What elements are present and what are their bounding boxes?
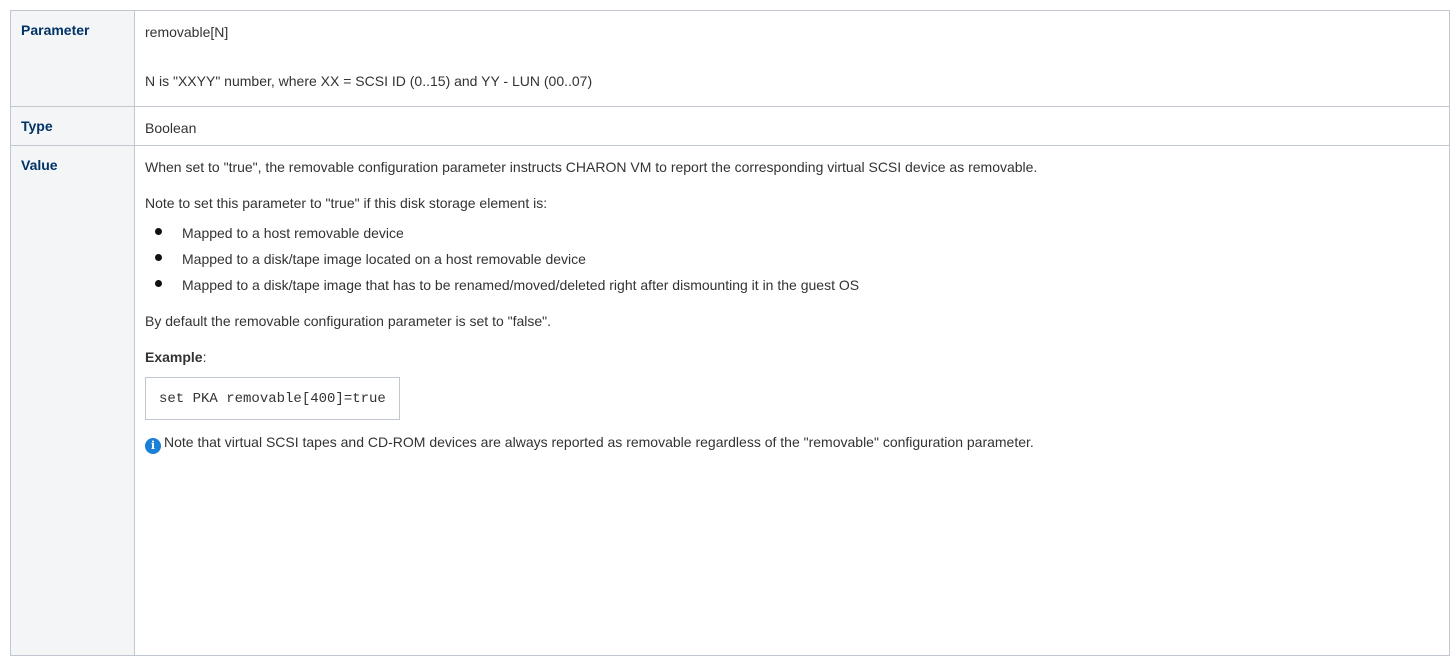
example-suffix: :	[202, 349, 207, 365]
row-header-type: Type	[10, 106, 135, 146]
example-code: set PKA removable[400]=true	[159, 391, 386, 407]
bullet-icon	[155, 280, 162, 287]
value-intro: When set to "true", the removable config…	[145, 159, 1038, 175]
parameter-table: Parameter removable[N] N is "XXYY" numbe…	[10, 10, 1450, 656]
example-label: Example	[145, 349, 203, 365]
value-note-intro: Note to set this parameter to "true" if …	[145, 195, 548, 211]
table-row-parameter: Parameter removable[N] N is "XXYY" numbe…	[10, 10, 1450, 107]
default-note: By default the removable configuration p…	[145, 313, 552, 329]
list-item-text: Mapped to a host removable device	[182, 225, 404, 241]
row-header-value: Value	[10, 145, 135, 656]
list-item: Mapped to a host removable device	[145, 223, 1439, 243]
row-cell-type: Boolean	[134, 106, 1450, 146]
list-item-text: Mapped to a disk/tape image that has to …	[182, 277, 860, 293]
table-row-value: Value When set to "true", the removable …	[10, 145, 1450, 656]
list-item: Mapped to a disk/tape image located on a…	[145, 249, 1439, 269]
example-heading: Example:	[145, 347, 1439, 367]
row-header-parameter: Parameter	[10, 10, 135, 107]
bullet-icon	[155, 254, 162, 261]
row-cell-parameter: removable[N] N is "XXYY" number, where X…	[134, 10, 1450, 107]
parameter-description: N is "XXYY" number, where XX = SCSI ID (…	[145, 73, 593, 89]
bullet-icon	[155, 228, 162, 235]
info-icon: i	[145, 438, 161, 454]
info-note-text: Note that virtual SCSI tapes and CD-ROM …	[164, 434, 1034, 450]
row-cell-value: When set to "true", the removable config…	[134, 145, 1450, 656]
type-value: Boolean	[145, 120, 197, 136]
list-item-text: Mapped to a disk/tape image located on a…	[182, 251, 586, 267]
table-row-type: Type Boolean	[10, 106, 1450, 146]
condition-list: Mapped to a host removable device Mapped…	[145, 223, 1439, 295]
code-block: set PKA removable[400]=true	[145, 377, 400, 420]
info-note: i Note that virtual SCSI tapes and CD-ROM…	[145, 432, 1439, 454]
list-item: Mapped to a disk/tape image that has to …	[145, 275, 1439, 295]
parameter-value: removable[N]	[145, 24, 229, 40]
